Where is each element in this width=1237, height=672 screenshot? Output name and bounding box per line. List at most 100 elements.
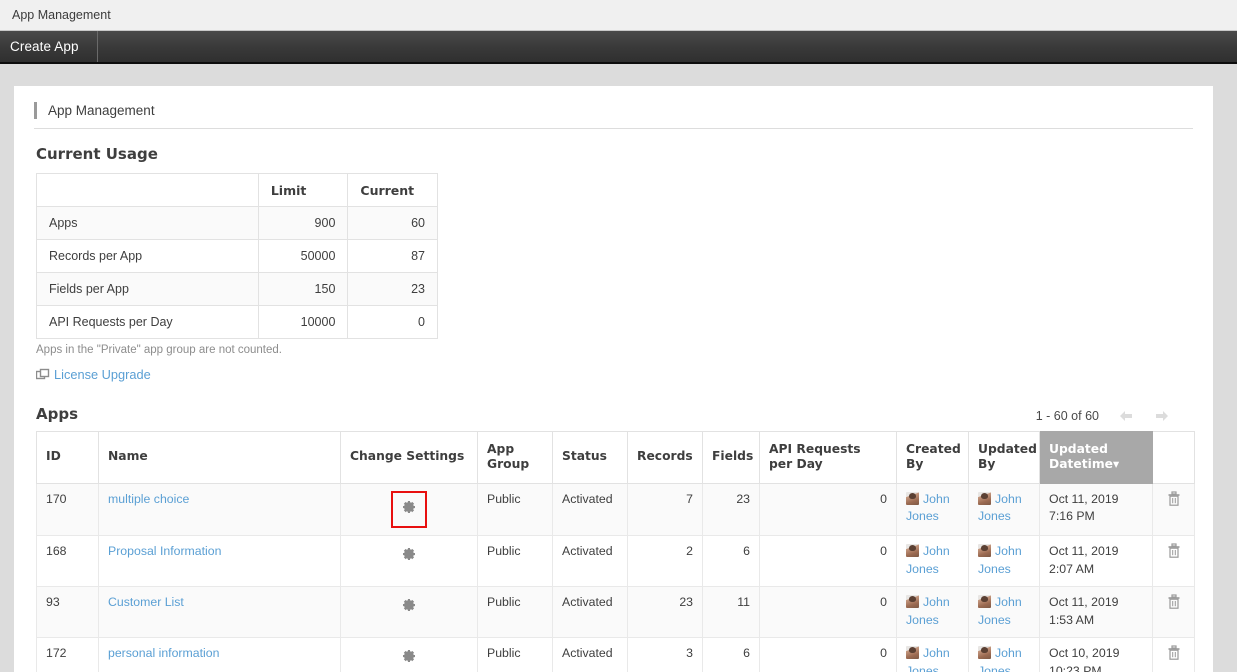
cell-status: Activated bbox=[552, 535, 628, 588]
gear-icon[interactable] bbox=[398, 594, 420, 622]
cell-id: 170 bbox=[36, 482, 99, 537]
usage-row-api-requests-per-day: API Requests per Day 10000 0 bbox=[36, 305, 438, 339]
cell-id: 172 bbox=[36, 637, 99, 672]
usage-current: 23 bbox=[347, 272, 438, 306]
usage-header-row: Limit Current bbox=[36, 173, 438, 207]
apps-header-actions bbox=[1152, 430, 1195, 484]
apps-header-id[interactable]: ID bbox=[36, 430, 99, 484]
cell-created-by: John Jones bbox=[896, 482, 969, 537]
cell-records: 23 bbox=[627, 586, 703, 639]
license-upgrade-link[interactable]: License Upgrade bbox=[35, 367, 151, 382]
apps-header-updated-datetime[interactable]: Updated Datetime▾ bbox=[1039, 430, 1153, 484]
sort-desc-icon: ▾ bbox=[1112, 457, 1120, 471]
cell-updated-datetime: Oct 11, 2019 1:53 AM bbox=[1039, 586, 1153, 639]
usage-header-current: Current bbox=[347, 173, 438, 207]
create-app-button[interactable]: Create App bbox=[0, 31, 98, 62]
cell-app-group: Public bbox=[477, 482, 553, 537]
usage-label: API Requests per Day bbox=[36, 305, 259, 339]
page-title-text: App Management bbox=[48, 103, 155, 118]
license-upgrade-label: License Upgrade bbox=[54, 367, 151, 382]
usage-label: Records per App bbox=[36, 239, 259, 273]
pagination-range: 1 - 60 of 60 bbox=[1035, 408, 1099, 423]
cell-created-by: John Jones bbox=[896, 586, 969, 639]
cell-api-requests: 0 bbox=[759, 535, 897, 588]
content-panel: App Management Current Usage Limit Curre… bbox=[14, 86, 1213, 672]
cell-api-requests: 0 bbox=[759, 637, 897, 672]
apps-table: ID Name Change Settings App Group Status… bbox=[36, 430, 1195, 672]
app-name-link[interactable]: Proposal Information bbox=[108, 544, 221, 558]
usage-label: Apps bbox=[36, 206, 259, 240]
app-name-link[interactable]: multiple choice bbox=[108, 492, 189, 506]
cell-fields: 6 bbox=[702, 637, 760, 672]
app-name-link[interactable]: Customer List bbox=[108, 595, 184, 609]
apps-header-records[interactable]: Records bbox=[627, 430, 703, 484]
cell-status: Activated bbox=[552, 586, 628, 639]
usage-header-limit: Limit bbox=[257, 173, 349, 207]
trash-icon[interactable] bbox=[1167, 543, 1181, 562]
apps-header-api-requests-per-day[interactable]: API Requests per Day bbox=[759, 430, 897, 484]
cell-api-requests: 0 bbox=[759, 482, 897, 537]
apps-header-app-group[interactable]: App Group bbox=[477, 430, 553, 484]
apps-heading: Apps bbox=[36, 404, 79, 423]
table-row: 170 multiple choice Public Activated 7 2… bbox=[36, 482, 1195, 537]
cell-name: Proposal Information bbox=[98, 535, 341, 588]
usage-current: 60 bbox=[347, 206, 438, 240]
cell-updated-datetime: Oct 11, 2019 2:07 AM bbox=[1039, 535, 1153, 588]
cell-updated-by: John Jones bbox=[968, 586, 1040, 639]
cell-id: 168 bbox=[36, 535, 99, 588]
apps-header-change-settings: Change Settings bbox=[340, 430, 478, 484]
avatar bbox=[906, 595, 919, 609]
cell-updated-datetime: Oct 10, 2019 10:23 PM bbox=[1039, 637, 1153, 672]
table-row: 168 Proposal Information Public Activate… bbox=[36, 535, 1195, 588]
cell-records: 7 bbox=[627, 482, 703, 537]
page-title: App Management bbox=[34, 102, 1193, 129]
apps-header-status[interactable]: Status bbox=[552, 430, 628, 484]
cell-fields: 23 bbox=[702, 482, 760, 537]
arrow-left-icon[interactable] bbox=[1117, 409, 1135, 423]
cell-change-settings bbox=[340, 535, 478, 588]
page-background: App Management Current Usage Limit Curre… bbox=[0, 64, 1237, 672]
cell-fields: 11 bbox=[702, 586, 760, 639]
usage-limit: 50000 bbox=[257, 239, 349, 273]
cell-name: personal information bbox=[98, 637, 341, 672]
apps-header-fields[interactable]: Fields bbox=[702, 430, 760, 484]
cell-delete bbox=[1152, 535, 1195, 588]
trash-icon[interactable] bbox=[1167, 645, 1181, 664]
cell-records: 2 bbox=[627, 535, 703, 588]
cell-delete bbox=[1152, 482, 1195, 537]
apps-header-name[interactable]: Name bbox=[98, 430, 341, 484]
cell-created-by: John Jones bbox=[896, 535, 969, 588]
cell-delete bbox=[1152, 637, 1195, 672]
avatar bbox=[906, 646, 919, 660]
gear-icon[interactable] bbox=[398, 645, 420, 672]
trash-icon[interactable] bbox=[1167, 594, 1181, 613]
gear-icon[interactable] bbox=[391, 490, 427, 529]
cell-change-settings bbox=[340, 482, 478, 537]
create-app-label: Create App bbox=[10, 39, 79, 54]
apps-header-updated-by[interactable]: Updated By bbox=[968, 430, 1040, 484]
avatar bbox=[978, 646, 991, 660]
usage-label: Fields per App bbox=[36, 272, 259, 306]
usage-limit: 10000 bbox=[257, 305, 349, 339]
app-name-link[interactable]: personal information bbox=[108, 646, 219, 660]
page-title-accent-bar bbox=[34, 102, 37, 119]
cell-id: 93 bbox=[36, 586, 99, 639]
gear-icon[interactable] bbox=[398, 543, 420, 571]
usage-current: 0 bbox=[347, 305, 438, 339]
apps-header-created-by[interactable]: Created By bbox=[896, 430, 969, 484]
pagination: 1 - 60 of 60 bbox=[1036, 409, 1193, 423]
cell-updated-datetime: Oct 11, 2019 7:16 PM bbox=[1039, 482, 1153, 537]
usage-row-apps: Apps 900 60 bbox=[36, 206, 438, 240]
usage-note: Apps in the "Private" app group are not … bbox=[36, 344, 282, 356]
cell-app-group: Public bbox=[477, 637, 553, 672]
table-row: 172 personal information Public Activate… bbox=[36, 637, 1195, 672]
cell-status: Activated bbox=[552, 482, 628, 537]
usage-limit: 150 bbox=[257, 272, 349, 306]
apps-header-updated-datetime-label: Updated Datetime bbox=[1049, 441, 1113, 471]
trash-icon[interactable] bbox=[1167, 490, 1181, 510]
usage-current: 87 bbox=[347, 239, 438, 273]
arrow-right-icon[interactable] bbox=[1153, 409, 1171, 423]
external-link-icon bbox=[35, 368, 50, 382]
usage-limit: 900 bbox=[257, 206, 349, 240]
cell-change-settings bbox=[340, 637, 478, 672]
